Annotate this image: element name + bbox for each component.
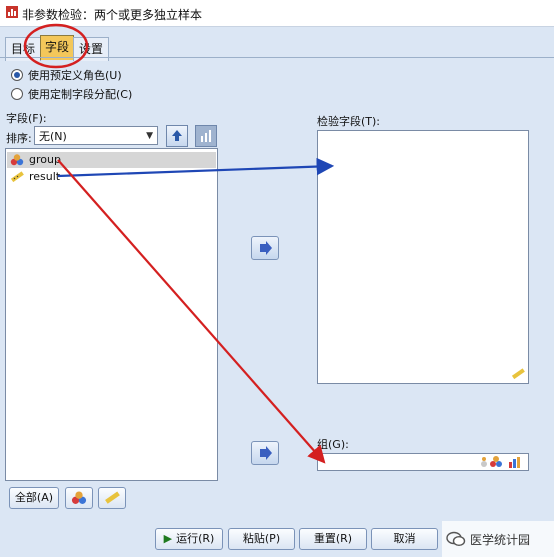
sort-options-icon (201, 130, 211, 142)
test-fields-list[interactable] (317, 130, 529, 384)
radio-selected-icon[interactable] (11, 69, 23, 81)
sort-arrow-icon (172, 130, 182, 141)
field-list[interactable]: group result (5, 148, 218, 481)
reset-button[interactable]: 重置(R) (299, 528, 367, 550)
chevron-down-icon: ▼ (146, 131, 153, 141)
sort-select-value: 无(N) (39, 130, 67, 143)
watermark-text: 医学统计园 (470, 533, 531, 547)
wechat-icon (446, 531, 466, 547)
nominal-icon (10, 154, 24, 166)
move-to-test-fields-button[interactable] (251, 236, 279, 260)
sort-ascending-button[interactable] (166, 125, 188, 147)
option-predefined-roles-label: 使用预定义角色(U) (28, 69, 122, 82)
tab-divider (0, 57, 554, 58)
option-predefined-roles[interactable]: 使用预定义角色(U) (11, 67, 122, 83)
group-field[interactable] (317, 453, 529, 471)
cancel-button[interactable]: 取消 (371, 528, 438, 550)
sort-label: 排序: (6, 132, 32, 145)
run-button-label: 运行(R) (176, 532, 215, 545)
paste-button[interactable]: 粘贴(P) (228, 528, 295, 550)
option-custom-assign[interactable]: 使用定制字段分配(C) (11, 86, 132, 102)
nominal-filter-button[interactable] (65, 487, 93, 509)
nominal-icon (71, 491, 87, 504)
field-name: group (29, 153, 61, 166)
test-fields-label: 检验字段(T): (317, 115, 381, 128)
watermark: 医学统计园 (442, 521, 554, 557)
arrow-right-icon (260, 446, 272, 460)
all-button[interactable]: 全部(A) (9, 487, 59, 509)
scale-filter-button[interactable] (98, 487, 126, 509)
scale-ruler-icon (105, 491, 120, 504)
scale-ruler-icon (10, 171, 24, 183)
app-icon (6, 6, 18, 18)
option-custom-assign-label: 使用定制字段分配(C) (28, 88, 133, 101)
run-button[interactable]: ▶ 运行(R) (155, 528, 223, 550)
radio-unselected-icon[interactable] (11, 88, 23, 100)
window-title: 非参数检验：两个或更多独立样本 (22, 8, 203, 22)
scale-ruler-icon (511, 368, 525, 380)
list-item[interactable]: result (7, 169, 216, 185)
arrow-right-icon (260, 241, 272, 255)
move-to-group-button[interactable] (251, 441, 279, 465)
group-label: 组(G): (317, 438, 349, 451)
sort-select[interactable]: 无(N) ▼ (34, 126, 158, 145)
list-item[interactable]: group (7, 152, 216, 168)
fields-label: 字段(F): (6, 112, 47, 125)
field-name: result (29, 170, 61, 183)
sort-options-button[interactable] (195, 125, 217, 147)
run-play-icon: ▶ (163, 532, 173, 545)
measure-type-icons (481, 456, 520, 468)
title-bar: 非参数检验：两个或更多独立样本 (0, 0, 554, 27)
